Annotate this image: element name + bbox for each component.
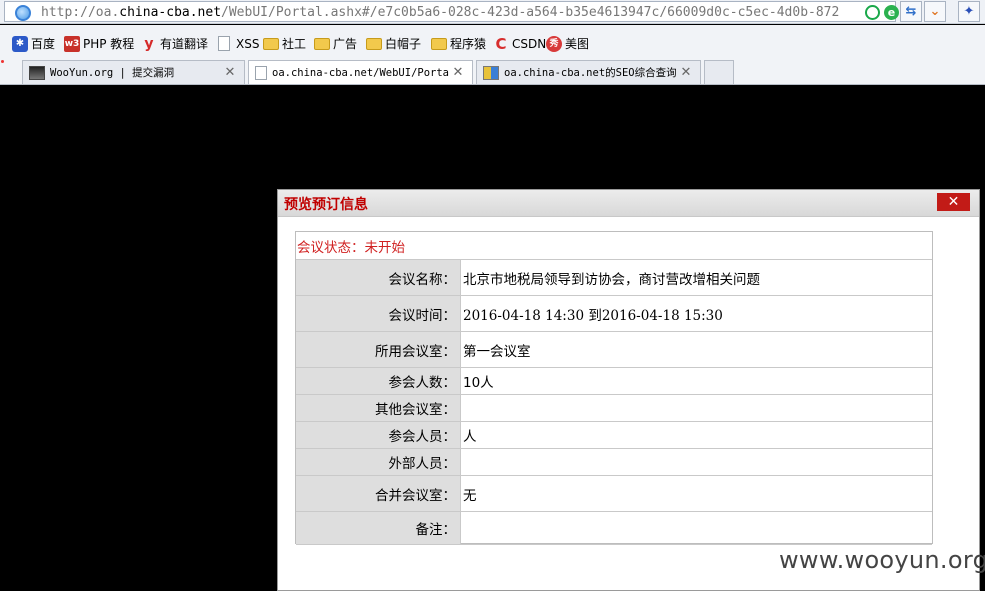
- dialog-header: 预览预订信息 ✕: [278, 190, 979, 217]
- booking-details-table: 会议状态：未开始 会议名称： 北京市地税局领导到访协会，商讨营改增相关问题 会议…: [295, 231, 933, 545]
- booking-preview-dialog: 预览预订信息 ✕ 会议状态：未开始 会议名称： 北京市地税局领导到访协会，商讨营…: [277, 189, 980, 591]
- search-engine-button[interactable]: ✦: [958, 1, 980, 22]
- refresh-button[interactable]: ⇆: [900, 1, 922, 22]
- row-value: 北京市地税局领导到访协会，商讨营改增相关问题: [463, 271, 760, 288]
- row-label: 参会人员：: [296, 422, 461, 448]
- indicator-dot: [1, 60, 4, 63]
- row-value: 10人: [463, 375, 494, 391]
- row-value: 人: [463, 429, 477, 445]
- row-label: 参会人数：: [296, 368, 461, 394]
- table-row: 备注：: [296, 511, 932, 544]
- close-button[interactable]: ✕: [937, 193, 970, 211]
- meitu-icon: 秀: [546, 35, 562, 52]
- bookmark-xss[interactable]: XSS: [218, 35, 259, 52]
- row-value: 第一会议室: [463, 343, 531, 360]
- table-row: 参会人数： 10人: [296, 367, 932, 394]
- row-value: [461, 449, 932, 475]
- address-bar: http://oa.china-cba.net/WebUI/Portal.ash…: [0, 0, 985, 24]
- page-icon: [255, 65, 267, 80]
- url-input[interactable]: http://oa.china-cba.net/WebUI/Portal.ash…: [4, 1, 899, 22]
- folder-icon: [314, 37, 330, 50]
- bookmark-folder-coder[interactable]: 程序猿: [431, 35, 486, 52]
- meeting-status: 会议状态：未开始: [297, 240, 405, 256]
- tab-seo-query[interactable]: oa.china-cba.net的SEO综合查询 ✕: [476, 60, 701, 84]
- wooyun-favicon: [29, 65, 45, 80]
- dialog-title: 预览预订信息: [284, 197, 368, 213]
- row-value: [461, 512, 932, 544]
- globe-icon: [15, 5, 31, 21]
- row-label: 其他会议室：: [296, 395, 461, 421]
- table-row: 外部人员：: [296, 448, 932, 475]
- row-label: 备注：: [296, 512, 461, 544]
- table-row: 会议名称： 北京市地税局领导到访协会，商讨营改增相关问题: [296, 259, 932, 295]
- bookmark-youdao[interactable]: y 有道翻译: [141, 35, 208, 52]
- folder-icon: [263, 37, 279, 50]
- watermark: www.wooyun.org: [779, 546, 985, 574]
- table-row: 会议时间： 2016-04-18 14:30 到2016-04-18 15:30: [296, 295, 932, 331]
- bookmark-folder-ads[interactable]: 广告: [314, 35, 357, 52]
- row-label: 会议名称：: [296, 260, 461, 295]
- bookmark-folder-social[interactable]: 社工: [263, 35, 306, 52]
- row-label: 外部人员：: [296, 449, 461, 475]
- row-label: 会议时间：: [296, 296, 461, 331]
- url-text[interactable]: http://oa.china-cba.net/WebUI/Portal.ash…: [41, 5, 859, 20]
- loading-icon: [865, 5, 880, 20]
- youdao-icon: y: [144, 35, 154, 52]
- w3-icon: w3: [64, 35, 80, 52]
- row-value: 2016-04-18 14:30 到2016-04-18 15:30: [463, 307, 723, 324]
- close-icon[interactable]: ✕: [222, 65, 238, 80]
- tab-oa-portal[interactable]: oa.china-cba.net/WebUI/Porta ✕: [248, 60, 473, 84]
- bookmarks-bar: ✱ 百度 w3 PHP 教程 y 有道翻译 XSS 社工 广告 白帽子 程序猿 C CS…: [0, 25, 985, 57]
- table-row: 所用会议室： 第一会议室: [296, 331, 932, 367]
- table-bottom-border: [296, 544, 932, 545]
- tab-strip: WooYun.org | 提交漏洞 ✕ oa.china-cba.net/Web…: [0, 57, 985, 85]
- row-label: 所用会议室：: [296, 332, 461, 367]
- close-icon[interactable]: ✕: [450, 65, 466, 80]
- folder-icon: [366, 37, 382, 50]
- row-label: 合并会议室：: [296, 476, 461, 511]
- bookmark-baidu[interactable]: ✱ 百度: [12, 35, 55, 52]
- table-row: 参会人员： 人: [296, 421, 932, 448]
- tab-wooyun[interactable]: WooYun.org | 提交漏洞 ✕: [22, 60, 245, 84]
- seo-favicon: [483, 65, 499, 80]
- bookmark-folder-whitehat[interactable]: 白帽子: [366, 35, 421, 52]
- table-row: 合并会议室： 无: [296, 475, 932, 511]
- folder-icon: [431, 37, 447, 50]
- table-row: 其他会议室：: [296, 394, 932, 421]
- bookmark-php[interactable]: w3 PHP 教程: [64, 35, 134, 52]
- paw-icon: ✱: [12, 35, 28, 52]
- row-value: [461, 395, 932, 421]
- dropdown-button[interactable]: ⌄: [924, 1, 946, 22]
- close-icon[interactable]: ✕: [678, 65, 694, 80]
- compat-view-icon[interactable]: e: [884, 5, 899, 20]
- row-value: 无: [463, 487, 477, 504]
- csdn-icon: C: [495, 34, 507, 53]
- bookmark-meitu[interactable]: 秀美图: [546, 35, 589, 52]
- page-icon: [218, 36, 230, 51]
- bookmark-csdn[interactable]: C CSDN: [493, 35, 546, 52]
- new-tab-button[interactable]: [704, 60, 734, 84]
